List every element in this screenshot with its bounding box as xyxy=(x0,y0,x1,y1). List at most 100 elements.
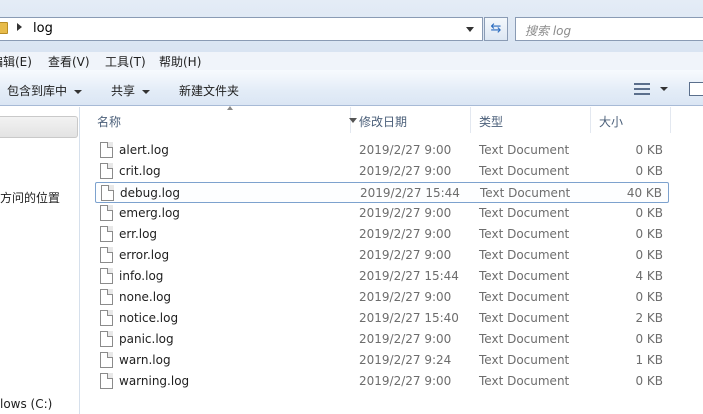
file-name: warn.log xyxy=(119,353,171,367)
file-name: err.log xyxy=(119,227,158,241)
text-file-icon xyxy=(100,268,113,284)
text-file-icon xyxy=(100,142,113,158)
chevron-down-icon xyxy=(142,89,151,94)
file-size: 0 KB xyxy=(635,206,663,220)
text-file-icon xyxy=(100,373,113,389)
file-row[interactable]: info.log 2019/2/27 15:44 Text Document 4 KB xyxy=(95,266,669,287)
nav-recent-places[interactable]: 方问的位置 xyxy=(0,189,60,206)
file-name: none.log xyxy=(119,290,172,304)
navigation-pane: 方问的位置 lows (C:) xyxy=(0,107,80,414)
file-size: 0 KB xyxy=(635,164,663,178)
nav-selected-item[interactable] xyxy=(0,116,78,138)
refresh-button[interactable]: ⇆ xyxy=(484,17,508,41)
file-name: warning.log xyxy=(119,374,190,388)
file-date: 2019/2/27 9:00 xyxy=(359,164,452,178)
file-name: crit.log xyxy=(119,164,161,178)
share-button[interactable]: 共享 xyxy=(111,82,151,99)
file-size: 40 KB xyxy=(626,186,662,200)
text-file-icon xyxy=(100,205,113,221)
column-headers: 名称 修改日期 类型 大小 xyxy=(81,106,703,133)
change-view-icon[interactable] xyxy=(634,83,650,95)
column-header-type[interactable]: 类型 xyxy=(471,107,591,133)
file-date: 2019/2/27 9:24 xyxy=(359,353,452,367)
share-label: 共享 xyxy=(111,84,136,98)
file-row[interactable]: notice.log 2019/2/27 15:40 Text Document 2 … xyxy=(95,308,669,329)
file-type: Text Document xyxy=(479,374,570,388)
file-date: 2019/2/27 9:00 xyxy=(359,206,452,220)
address-bar[interactable]: log xyxy=(0,17,483,41)
include-in-library-button[interactable]: 包含到库中 xyxy=(7,82,83,99)
refresh-icon: ⇆ xyxy=(490,21,502,36)
file-date: 2019/2/27 9:00 xyxy=(359,227,452,241)
text-file-icon xyxy=(100,331,113,347)
file-row[interactable]: err.log 2019/2/27 9:00 Text Document 0 KB xyxy=(95,224,669,245)
address-history-dropdown-icon[interactable] xyxy=(466,27,474,32)
file-row[interactable]: none.log 2019/2/27 9:00 Text Document 0 KB xyxy=(95,287,669,308)
file-row[interactable]: debug.log 2019/2/27 15:44 Text Document 40 … xyxy=(95,182,669,203)
file-date: 2019/2/27 15:40 xyxy=(359,311,459,325)
file-type: Text Document xyxy=(479,290,570,304)
file-name: alert.log xyxy=(119,143,169,157)
column-type-label: 类型 xyxy=(479,115,504,129)
file-row[interactable]: emerg.log 2019/2/27 9:00 Text Document 0 KB xyxy=(95,203,669,224)
file-name: notice.log xyxy=(119,311,179,325)
file-size: 4 KB xyxy=(635,269,663,283)
file-type: Text Document xyxy=(479,143,570,157)
sort-ascending-icon xyxy=(227,106,233,110)
file-type: Text Document xyxy=(479,248,570,262)
menu-bar: 编辑(E) 查看(V) 工具(T) 帮助(H) xyxy=(0,52,703,70)
file-size: 0 KB xyxy=(635,332,663,346)
file-type: Text Document xyxy=(479,311,570,325)
breadcrumb-arrow-icon[interactable] xyxy=(17,23,22,31)
include-in-library-label: 包含到库中 xyxy=(7,84,68,98)
file-date: 2019/2/27 9:00 xyxy=(359,332,452,346)
file-date: 2019/2/27 9:00 xyxy=(359,290,452,304)
file-row[interactable]: alert.log 2019/2/27 9:00 Text Document 0 KB xyxy=(95,140,669,161)
file-date: 2019/2/27 9:00 xyxy=(359,374,452,388)
text-file-icon xyxy=(100,247,113,263)
file-size: 1 KB xyxy=(635,353,663,367)
file-type: Text Document xyxy=(479,164,570,178)
column-header-name[interactable]: 名称 xyxy=(89,106,357,133)
file-date: 2019/2/27 9:00 xyxy=(359,143,452,157)
file-date: 2019/2/27 9:00 xyxy=(359,248,452,262)
file-type: Text Document xyxy=(480,186,571,200)
file-name: panic.log xyxy=(119,332,174,346)
new-folder-button[interactable]: 新建文件夹 xyxy=(179,82,239,99)
file-type: Text Document xyxy=(479,206,570,220)
menu-tools[interactable]: 工具(T) xyxy=(105,53,146,70)
text-file-icon xyxy=(100,163,113,179)
preview-pane-icon[interactable] xyxy=(689,82,703,96)
file-size: 0 KB xyxy=(635,143,663,157)
file-row[interactable]: panic.log 2019/2/27 9:00 Text Document 0 KB xyxy=(95,329,669,350)
file-size: 0 KB xyxy=(635,374,663,388)
file-name: error.log xyxy=(119,248,170,262)
command-toolbar: 包含到库中 共享 新建文件夹 xyxy=(0,70,703,106)
nav-drive-c[interactable]: lows (C:) xyxy=(0,397,52,411)
file-name: info.log xyxy=(119,269,164,283)
column-header-size[interactable]: 大小 xyxy=(591,107,671,133)
search-placeholder: 搜索 log xyxy=(525,24,572,38)
file-row[interactable]: warn.log 2019/2/27 9:24 Text Document 1 KB xyxy=(95,350,669,371)
file-row[interactable]: crit.log 2019/2/27 9:00 Text Document 0 KB xyxy=(95,161,669,182)
file-date: 2019/2/27 15:44 xyxy=(359,269,459,283)
address-area: log ⇆ 搜索 log xyxy=(0,0,703,52)
new-folder-label: 新建文件夹 xyxy=(179,84,240,98)
column-size-label: 大小 xyxy=(599,115,624,129)
file-type: Text Document xyxy=(479,332,570,346)
file-row[interactable]: warning.log 2019/2/27 9:00 Text Document 0 … xyxy=(95,371,669,392)
folder-icon xyxy=(0,22,8,34)
search-input[interactable]: 搜索 log xyxy=(515,17,703,41)
file-type: Text Document xyxy=(479,227,570,241)
menu-edit[interactable]: 编辑(E) xyxy=(0,53,32,70)
menu-help[interactable]: 帮助(H) xyxy=(159,53,201,70)
file-date: 2019/2/27 15:44 xyxy=(360,186,460,200)
view-options-dropdown-icon[interactable] xyxy=(660,87,668,91)
breadcrumb-log[interactable]: log xyxy=(33,21,53,36)
file-size: 0 KB xyxy=(635,227,663,241)
file-row[interactable]: error.log 2019/2/27 9:00 Text Document 0 KB xyxy=(95,245,669,266)
file-name: debug.log xyxy=(120,186,180,200)
menu-view[interactable]: 查看(V) xyxy=(48,53,90,70)
text-file-icon xyxy=(100,226,113,242)
column-header-date[interactable]: 修改日期 xyxy=(351,107,471,133)
